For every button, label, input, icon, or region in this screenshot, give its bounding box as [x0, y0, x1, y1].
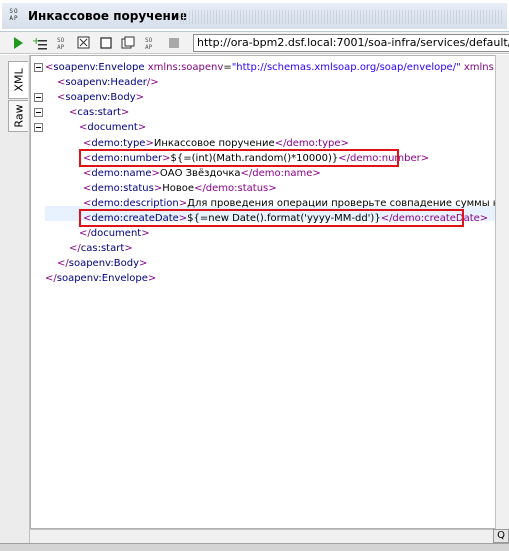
copy-icon[interactable] [120, 35, 136, 51]
run-icon[interactable] [10, 35, 26, 51]
soap-options-icon[interactable]: SO AP [56, 35, 72, 51]
tab-xml-label: XML [12, 68, 25, 92]
window-title: Инкассовое поручение [28, 9, 188, 23]
highlight-box-createdate [79, 209, 464, 227]
status-bar [0, 543, 509, 551]
soap-ap-icon[interactable]: SO AP [144, 35, 160, 51]
editor-view-tabs: XML Raw [0, 55, 30, 544]
fold-toggle-icon[interactable] [34, 93, 43, 102]
horizontal-scrollbar[interactable] [30, 529, 493, 543]
svg-text:SO: SO [57, 37, 65, 44]
stop-icon[interactable] [166, 35, 182, 51]
xml-editor[interactable]: <soapenv:Envelope xmlns:soapenv="http://… [30, 55, 509, 529]
highlight-box-number [79, 149, 399, 167]
fit-window-icon[interactable] [76, 35, 92, 51]
tab-raw-label: Raw [12, 104, 25, 128]
svg-text:SO: SO [145, 37, 153, 44]
search-icon[interactable]: Q [493, 529, 509, 543]
fold-toggle-icon[interactable] [34, 108, 43, 117]
tab-raw[interactable]: Raw [8, 100, 28, 132]
vertical-scrollbar[interactable] [495, 55, 509, 529]
add-assertion-icon[interactable]: + [32, 35, 48, 51]
request-toolbar: + SO AP SO AP http://ora-bpm2.dsf.local:70… [0, 32, 509, 54]
fold-toggle-icon[interactable] [34, 123, 43, 132]
square-icon[interactable] [98, 35, 114, 51]
fold-toggle-icon[interactable] [34, 63, 43, 72]
svg-text:AP: AP [145, 44, 153, 51]
svg-text:AP: AP [57, 44, 65, 51]
window-titlebar: SO AP Инкассовое поручение [0, 0, 509, 32]
tab-xml[interactable]: XML [8, 61, 28, 99]
endpoint-url-field[interactable]: http://ora-bpm2.dsf.local:7001/soa-infra… [193, 34, 509, 52]
titlebar-grip [180, 10, 502, 24]
soapui-app-icon: SO AP [9, 8, 19, 22]
